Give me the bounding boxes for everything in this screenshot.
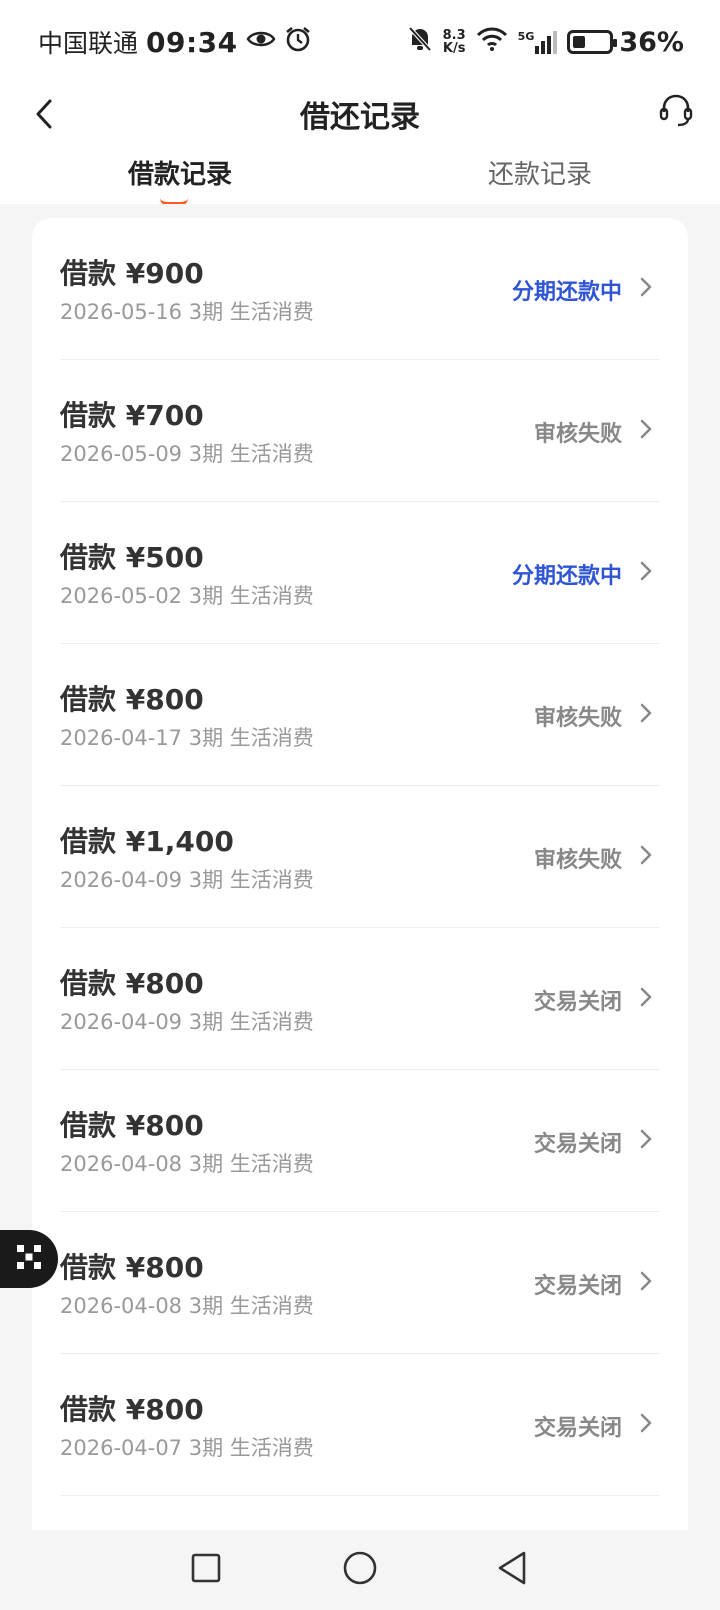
- record-row[interactable]: 借款 ¥500 2026-05-02 3期 生活消费 分期还款中: [60, 502, 660, 644]
- system-navigation-bar: [0, 1530, 720, 1610]
- record-status: 审核失败: [533, 848, 622, 873]
- net-speed-unit: K/s: [442, 41, 466, 56]
- record-meta: 2026-04-09 3期 生活消费: [60, 1010, 314, 1034]
- chevron-right-icon: [636, 1408, 656, 1438]
- record-amount: 借款 ¥800: [60, 1109, 204, 1142]
- recent-apps-icon: [190, 1552, 222, 1588]
- record-meta: 2026-04-09 3期 生活消费: [60, 868, 314, 892]
- record-amount: 借款 ¥800: [60, 683, 204, 716]
- record-row[interactable]: 借款 ¥800 2026-04-09 3期 生活消费 交易关闭: [60, 928, 660, 1070]
- record-row[interactable]: 借款 ¥800 2026-04-08 3期 生活消费 交易关闭: [60, 1070, 660, 1212]
- carrier-label: 中国联通: [38, 29, 139, 58]
- page-title: 借还记录: [300, 100, 420, 135]
- battery-fill: [573, 36, 586, 48]
- record-amount: 借款 ¥800: [60, 1393, 204, 1426]
- floating-widget-button[interactable]: [0, 1230, 58, 1288]
- battery-icon: [567, 30, 618, 54]
- chevron-right-icon: [636, 414, 656, 444]
- record-meta: 2026-05-02 3期 生活消费: [60, 584, 314, 608]
- chevron-right-icon: [636, 698, 656, 728]
- record-row[interactable]: 借款 ¥800 2026-04-08 3期 生活消费 交易关闭: [60, 1212, 660, 1354]
- record-row[interactable]: 借款 ¥800 2026-04-07 3期 生活消费 交易关闭: [60, 1354, 660, 1496]
- record-status: 交易关闭: [533, 1274, 622, 1299]
- alarm-icon: [284, 25, 312, 60]
- tab-borrow-records[interactable]: 借款记录: [80, 154, 280, 191]
- record-status: 分期还款中: [511, 280, 622, 305]
- record-amount: 借款 ¥500: [60, 541, 204, 574]
- record-row[interactable]: 借款 ¥1,400 2026-04-09 3期 生活消费 审核失败: [60, 786, 660, 928]
- record-amount: 借款 ¥700: [60, 399, 204, 432]
- headset-icon: [658, 92, 694, 132]
- recent-apps-button[interactable]: [184, 1548, 228, 1592]
- records-content[interactable]: 借款 ¥900 2026-05-16 3期 生活消费 分期还款中 借款 ¥700…: [0, 204, 720, 1530]
- battery-tip: [613, 39, 618, 47]
- chevron-right-icon: [636, 982, 656, 1012]
- record-meta: 2026-04-08 3期 生活消费: [60, 1152, 314, 1176]
- record-meta: 2026-05-16 3期 生活消费: [60, 300, 314, 324]
- tab-repayment-records[interactable]: 还款记录: [440, 154, 640, 191]
- net-speed: 8.3 K/s: [443, 29, 466, 55]
- chevron-right-icon: [636, 1124, 656, 1154]
- checker-icon: [15, 1243, 43, 1275]
- system-back-button[interactable]: [490, 1548, 534, 1592]
- signal-icon: 5G: [518, 30, 558, 54]
- record-status: 分期还款中: [511, 564, 622, 589]
- home-icon: [342, 1550, 378, 1590]
- home-button[interactable]: [338, 1548, 382, 1592]
- record-meta: 2026-04-08 3期 生活消费: [60, 1294, 314, 1318]
- record-amount: 借款 ¥800: [60, 967, 204, 1000]
- eye-icon: [246, 27, 276, 57]
- nav-header: 借还记录 借款记录 还款记录: [0, 84, 720, 224]
- status-bar: 中国联通 09:34 8.3 K/s 5G 36%: [0, 0, 720, 84]
- record-amount: 借款 ¥900: [60, 257, 204, 290]
- record-status: 审核失败: [533, 706, 622, 731]
- bell-muted-icon: [407, 25, 433, 60]
- back-triangle-icon: [495, 1550, 529, 1590]
- chevron-right-icon: [636, 1266, 656, 1296]
- wifi-icon: [476, 26, 508, 59]
- record-status: 交易关闭: [533, 1132, 622, 1157]
- record-status: 审核失败: [533, 422, 622, 447]
- record-status: 交易关闭: [533, 1416, 622, 1441]
- record-meta: 2026-04-17 3期 生活消费: [60, 726, 314, 750]
- customer-service-button[interactable]: [654, 90, 698, 134]
- status-time: 09:34: [146, 25, 238, 59]
- status-left: 中国联通 09:34: [38, 24, 312, 60]
- battery-indicator: 36%: [567, 27, 684, 58]
- record-meta: 2026-04-07 3期 生活消费: [60, 1436, 314, 1460]
- chevron-right-icon: [636, 840, 656, 870]
- network-type: 5G: [517, 30, 535, 43]
- record-meta: 2026-05-09 3期 生活消费: [60, 442, 314, 466]
- records-card: 借款 ¥900 2026-05-16 3期 生活消费 分期还款中 借款 ¥700…: [32, 218, 688, 1530]
- record-row[interactable]: 借款 ¥900 2026-05-16 3期 生活消费 分期还款中: [60, 218, 660, 360]
- record-row[interactable]: 借款 ¥700 2026-05-09 3期 生活消费 审核失败: [60, 360, 660, 502]
- record-amount: 借款 ¥1,400: [60, 825, 234, 858]
- status-right: 8.3 K/s 5G 36%: [407, 25, 684, 60]
- record-amount: 借款 ¥800: [60, 1251, 204, 1284]
- record-row[interactable]: 借款 ¥800 2026-04-17 3期 生活消费 审核失败: [60, 644, 660, 786]
- chevron-right-icon: [636, 272, 656, 302]
- chevron-right-icon: [636, 556, 656, 586]
- record-status: 交易关闭: [533, 990, 622, 1015]
- battery-percent: 36%: [619, 26, 684, 58]
